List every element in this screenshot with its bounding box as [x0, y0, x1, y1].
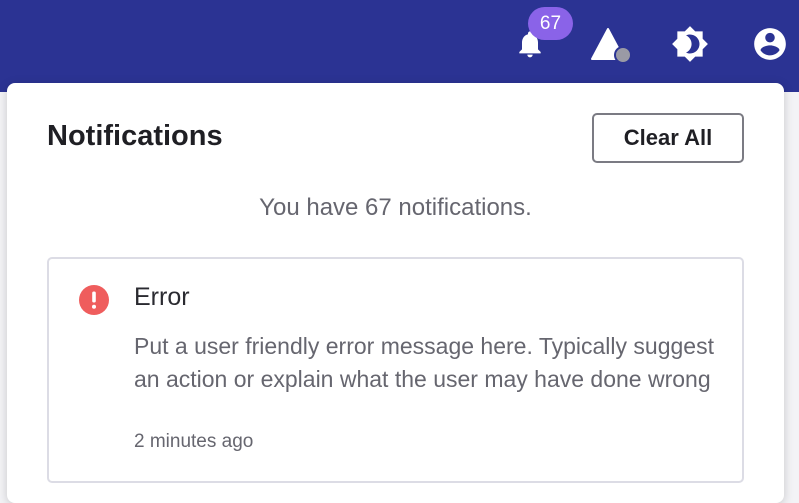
notification-count-badge: 67	[528, 7, 573, 40]
top-app-bar: 67	[0, 0, 799, 92]
error-circle-icon	[79, 285, 109, 315]
notification-timestamp: 2 minutes ago	[134, 431, 254, 452]
notification-summary: You have 67 notifications.	[259, 194, 532, 221]
account-circle-icon	[754, 28, 786, 60]
status-indicator-dot	[614, 46, 632, 64]
notification-card[interactable]: Error Put a user friendly error message …	[47, 257, 744, 483]
notification-message: Put a user friendly error message here. …	[134, 333, 714, 392]
panel-title: Notifications	[47, 120, 223, 152]
brightness-icon	[672, 26, 708, 62]
clear-all-button[interactable]: Clear All	[592, 113, 744, 163]
notifications-panel: Notifications Clear All You have 67 noti…	[7, 83, 784, 503]
account-button[interactable]	[748, 22, 792, 66]
notification-title: Error	[134, 283, 190, 311]
theme-toggle-button[interactable]	[668, 22, 712, 66]
